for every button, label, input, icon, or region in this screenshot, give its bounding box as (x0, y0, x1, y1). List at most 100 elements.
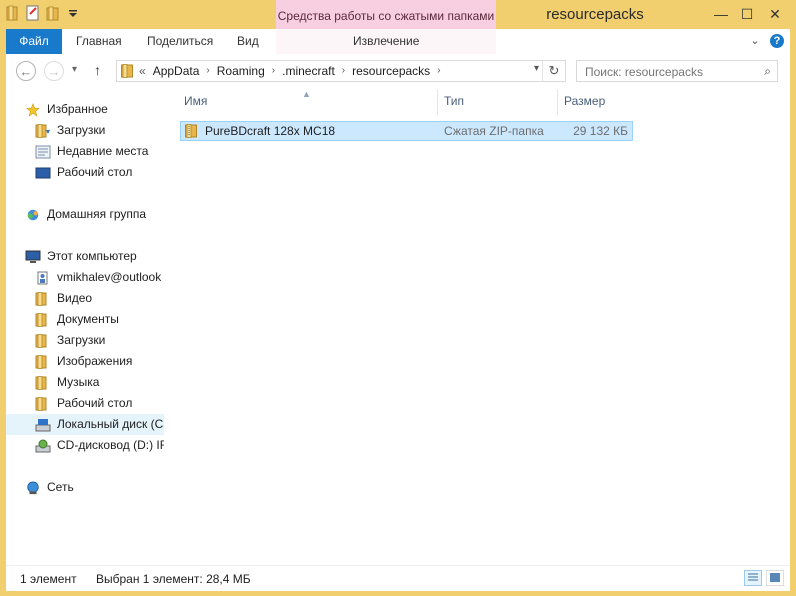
sidebar-item-label: Загрузки (57, 123, 106, 137)
sidebar-item-label: CD-дисковод (D:) IR (57, 438, 169, 452)
navigation-pane: Избранное Загрузки Недавние места Рабочи… (6, 89, 169, 565)
minimize-button[interactable]: — (708, 4, 734, 24)
sidebar-item-label: Домашняя группа (47, 207, 147, 221)
properties-icon[interactable] (26, 5, 40, 21)
videos-folder-icon (35, 291, 47, 306)
folder-icon (121, 64, 133, 78)
sidebar-item-local-disk[interactable]: Локальный диск (C (6, 414, 164, 435)
search-box[interactable]: ⌕ (576, 60, 778, 82)
window-title: resourcepacks (546, 6, 644, 23)
sidebar-item-homegroup[interactable]: Домашняя группа (25, 204, 183, 225)
column-divider[interactable] (557, 89, 558, 115)
selection-info: Выбран 1 элемент: 28,4 МБ (96, 572, 251, 586)
column-divider[interactable] (437, 89, 438, 115)
music-folder-icon (35, 375, 47, 390)
file-name: PureBDcraft 128x MC18 (205, 124, 336, 138)
back-button[interactable]: ← (16, 61, 36, 81)
status-bar: 1 элемент Выбран 1 элемент: 28,4 МБ (6, 565, 790, 591)
sidebar-item-label: Недавние места (57, 144, 149, 158)
up-button[interactable]: ↑ (94, 62, 101, 78)
address-history-dropdown-icon[interactable]: ▾ (534, 63, 539, 74)
close-button[interactable]: ✕ (762, 4, 788, 24)
new-folder-icon[interactable] (46, 5, 60, 21)
column-header-type[interactable]: Тип (444, 94, 464, 108)
user-folder-icon (37, 271, 48, 284)
network-icon (27, 480, 39, 494)
pictures-folder-icon (35, 354, 47, 369)
sidebar-item-favorites[interactable]: Избранное (25, 99, 183, 120)
breadcrumb-appdata[interactable]: AppData (153, 61, 200, 81)
ribbon-controls: ⌄ ? (748, 34, 784, 48)
zip-folder-icon (185, 124, 197, 138)
sidebar-item-label: Сеть (47, 480, 74, 494)
large-icons-view-icon (770, 573, 780, 582)
sidebar-item-label: Видео (57, 291, 93, 305)
breadcrumb-separator-icon[interactable]: › (437, 61, 440, 81)
quick-access-toolbar (6, 5, 80, 21)
item-count: 1 элемент (20, 572, 77, 586)
computer-icon (25, 250, 41, 263)
file-type: Сжатая ZIP-папка (444, 124, 544, 138)
star-icon (26, 102, 40, 117)
title-bar: Средства работы со сжатыми папками resou… (0, 0, 796, 29)
desktop-folder-icon (35, 396, 47, 411)
breadcrumb-separator-icon[interactable]: › (342, 61, 345, 81)
sidebar-item-label: Документы (57, 312, 119, 326)
customize-dropdown-icon[interactable] (66, 5, 80, 21)
explorer-window: Средства работы со сжатыми папками resou… (0, 0, 796, 596)
breadcrumb-separator-icon[interactable]: › (272, 61, 275, 81)
details-view-icon (748, 573, 758, 581)
sidebar-item-label: vmikhalev@outlook (57, 270, 162, 284)
file-row[interactable]: PureBDcraft 128x MC18 Сжатая ZIP-папка 2… (180, 121, 633, 141)
sidebar-item-label: Изображения (57, 354, 133, 368)
maximize-button[interactable]: ☐ (734, 4, 760, 24)
breadcrumb-overflow[interactable]: « (139, 61, 146, 81)
collapse-ribbon-icon[interactable]: ⌄ (748, 34, 762, 48)
breadcrumb: « AppData › Roaming › .minecraft › resou… (139, 61, 441, 81)
downloads-folder-icon (35, 333, 47, 348)
tab-extract[interactable]: Извлечение (353, 29, 419, 54)
sidebar-item-label: Локальный диск (C (57, 417, 164, 431)
file-size: 29 132 КБ (573, 124, 628, 138)
homegroup-icon (27, 209, 39, 220)
tab-file[interactable]: Файл (6, 29, 62, 54)
sort-ascending-icon: ▲ (302, 89, 311, 99)
sidebar-item-label: Этот компьютер (47, 249, 137, 263)
breadcrumb-separator-icon[interactable]: › (206, 61, 209, 81)
sidebar-item-label: Рабочий стол (57, 396, 133, 410)
context-tab-header: Средства работы со сжатыми папками (276, 0, 496, 29)
documents-folder-icon (35, 312, 47, 327)
ribbon-tabs: Файл Главная Поделиться Вид Извлечение ⌄… (6, 29, 790, 55)
large-icons-view-button[interactable] (766, 570, 784, 586)
tab-view[interactable]: Вид (237, 29, 259, 54)
breadcrumb-roaming[interactable]: Roaming (217, 61, 265, 81)
folder-icon[interactable] (6, 5, 20, 21)
cd-drive-icon (35, 439, 51, 452)
help-icon[interactable]: ? (770, 34, 784, 48)
file-list: ▲ Имя Тип Размер PureBDcraft 128x MC18 С… (164, 89, 790, 565)
sidebar-item-label: Загрузки (57, 333, 106, 347)
desktop-icon (35, 167, 51, 178)
recent-locations-button[interactable]: ▾ (72, 64, 77, 75)
breadcrumb-minecraft[interactable]: .minecraft (282, 61, 335, 81)
local-disk-icon (35, 418, 51, 431)
address-row: ← → ▾ ↑ « AppData › Roaming › .minecraft… (6, 54, 790, 89)
sidebar-item-label: Избранное (47, 102, 108, 116)
tab-home[interactable]: Главная (76, 29, 122, 54)
sidebar-item-network[interactable]: Сеть (25, 477, 183, 498)
breadcrumb-resourcepacks[interactable]: resourcepacks (352, 61, 430, 81)
refresh-button[interactable]: ↻ (542, 61, 565, 81)
sidebar-item-this-pc[interactable]: Этот компьютер (25, 246, 183, 267)
details-view-button[interactable] (744, 570, 762, 586)
address-bar[interactable]: « AppData › Roaming › .minecraft › resou… (116, 60, 566, 82)
search-input[interactable] (583, 63, 757, 81)
tab-share[interactable]: Поделиться (147, 29, 213, 54)
sidebar-item-label: Рабочий стол (57, 165, 133, 179)
recent-places-icon (35, 145, 51, 158)
search-icon[interactable]: ⌕ (764, 64, 771, 79)
downloads-folder-icon (35, 123, 50, 138)
forward-button[interactable]: → (44, 61, 64, 81)
sidebar-item-label: Музыка (57, 375, 100, 389)
column-header-size[interactable]: Размер (564, 94, 605, 108)
column-header-name[interactable]: Имя (184, 94, 207, 108)
